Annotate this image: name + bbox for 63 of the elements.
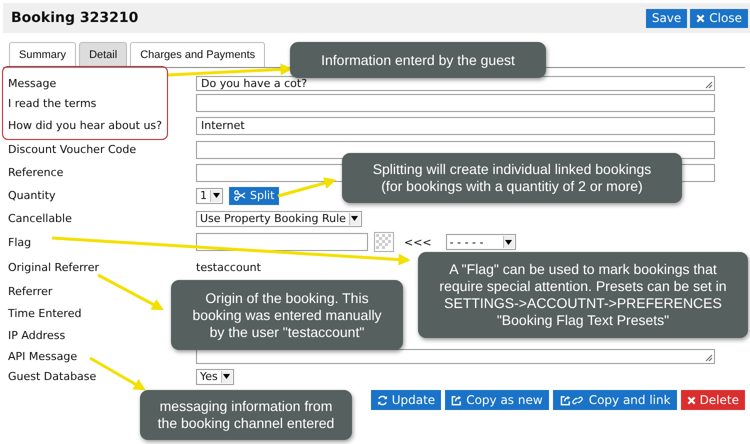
callout-text: SETTINGS->ACCOUTNT->PREFERENCES — [443, 295, 723, 312]
callout-text: the booking channel entered — [156, 415, 336, 432]
callout-text: Origin of the booking. This — [204, 290, 370, 306]
share-link-icon — [558, 394, 585, 406]
close-icon — [696, 14, 706, 22]
flag-preset-dropdown[interactable]: - - - - - — [446, 234, 516, 250]
tab[interactable]: Detail — [79, 42, 128, 67]
flag-input[interactable] — [196, 233, 368, 251]
callout-text: Information enterd by the guest — [320, 52, 516, 68]
input-field[interactable] — [196, 94, 715, 112]
tab[interactable]: Charges and Payments — [130, 42, 266, 67]
dropdown-arrow-icon — [351, 216, 358, 221]
tab[interactable]: Summary — [9, 42, 76, 67]
callout-text: Splitting will create individual linked bookings — [372, 161, 652, 178]
input-field[interactable]: Internet — [196, 116, 715, 134]
field-label: Quantity — [8, 189, 56, 202]
arrow — [97, 274, 164, 310]
resize-grip-icon — [705, 354, 713, 362]
field-label: Time Entered — [8, 306, 82, 320]
quantity-select[interactable]: 1 — [196, 188, 223, 204]
field-label: Reference — [8, 166, 64, 179]
resize-grip-icon — [705, 81, 713, 89]
callout-text: (for bookings with a quantitiy of 2 or more) — [380, 178, 644, 195]
update-button[interactable]: Update — [370, 390, 442, 410]
callout-text: messaging information from — [158, 398, 334, 415]
refresh-icon — [376, 394, 388, 406]
field-label: Guest Database — [8, 370, 96, 383]
callout-text: require special attention. Presets can be set in — [438, 278, 728, 295]
close-icon — [686, 396, 696, 404]
flag-marker: <<< — [404, 236, 432, 248]
dropdown[interactable]: Use Property Booking Rule — [196, 210, 362, 226]
field-label: Original Referrer — [8, 260, 99, 274]
field-label: Referrer — [8, 284, 52, 298]
close-button[interactable]: Close — [690, 8, 748, 28]
copy-link-button[interactable]: Copy and link — [552, 390, 677, 410]
field-label: Discount Voucher Code — [8, 143, 136, 156]
dropdown-arrow-icon — [223, 374, 230, 379]
share-icon — [451, 394, 462, 406]
callout-text: booking was entered manually — [191, 306, 383, 324]
field-label: I read the terms — [8, 96, 96, 110]
window-title: Booking 323210 — [11, 10, 138, 26]
dropdown-arrow-icon — [505, 240, 512, 244]
scissors-icon — [234, 190, 246, 201]
save-button[interactable]: Save — [646, 8, 688, 28]
delete-button[interactable]: Delete — [680, 390, 745, 410]
field-label: How did you hear about us? — [8, 119, 162, 132]
split-button[interactable]: Split — [229, 186, 280, 204]
arrow — [278, 177, 336, 198]
color-picker-icon — [374, 232, 394, 252]
field-label: API Message — [8, 350, 78, 363]
field-label: Flag — [8, 236, 32, 248]
field-label: Message — [8, 77, 56, 90]
copy-button[interactable]: Copy as new — [445, 390, 549, 410]
field-value: testaccount — [196, 260, 261, 274]
callout-text: A "Flag" can be used to mark bookings that — [448, 261, 718, 278]
field-label: IP Address — [8, 328, 66, 342]
callout-text: "Booking Flag Text Presets" — [496, 312, 670, 329]
dropdown[interactable]: Yes — [196, 368, 234, 384]
text-area[interactable] — [196, 349, 715, 364]
field-label: Cancellable — [8, 212, 72, 225]
dropdown-arrow-icon — [212, 193, 220, 198]
text-area[interactable]: Do you have a cot? — [196, 76, 715, 91]
callout-text: by the user "testaccount" — [208, 324, 366, 340]
